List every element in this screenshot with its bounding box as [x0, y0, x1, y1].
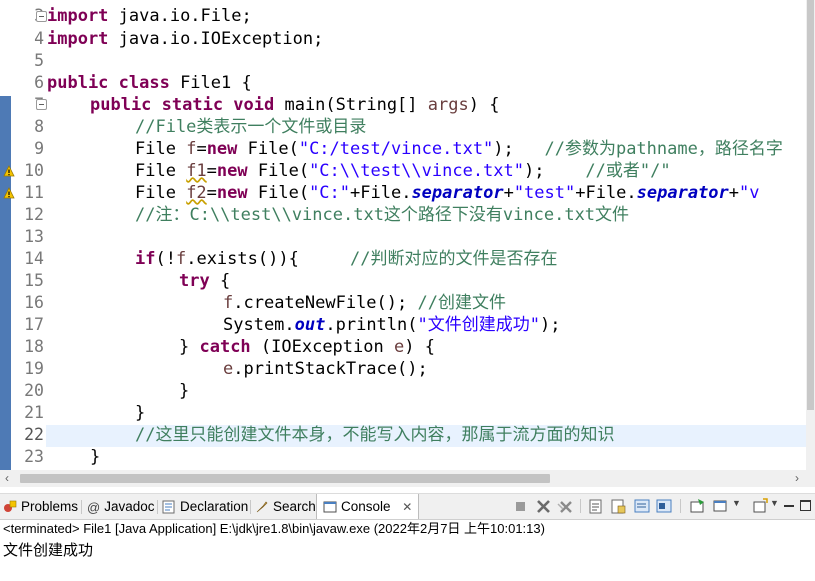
code-editor[interactable]: 3 4 5 6 7 8 9 10 11 12 13 14 15 16 17 18… — [0, 0, 815, 470]
problems-icon — [4, 501, 17, 513]
tab-separator — [81, 500, 82, 514]
clear-console-icon[interactable] — [588, 498, 605, 515]
code-line: //注：C:\\test\\vince.txt这个路径下没有vince.txt文… — [135, 205, 630, 225]
code-line: File f2=new File("C:"+File.separator+"te… — [135, 183, 760, 203]
toolbar-separator — [580, 499, 581, 513]
scroll-left-arrow-icon[interactable]: ‹ — [5, 471, 9, 485]
code-line: } — [135, 403, 146, 423]
code-line: //File类表示一个文件或目录 — [135, 117, 367, 137]
maximize-icon[interactable] — [800, 500, 811, 511]
tab-label: Javadoc — [104, 499, 155, 514]
code-line: import java.io.File; — [47, 6, 252, 26]
tab-separator — [250, 500, 251, 514]
line-number: 13 — [24, 227, 44, 246]
line-number: 10 — [24, 161, 44, 180]
chevron-down-icon[interactable]: ▼ — [770, 498, 779, 508]
code-line: //这里只能创建文件本身，不能写入内容，那属于流方面的知识 — [135, 425, 615, 445]
code-line: f.createNewFile(); //创建文件 — [223, 293, 506, 313]
tab-label: Problems — [21, 499, 79, 514]
show-console-on-output-icon[interactable] — [656, 498, 673, 515]
tab-separator — [157, 500, 158, 514]
code-line: e.printStackTrace(); — [223, 359, 428, 379]
minimize-icon[interactable] — [784, 505, 794, 507]
line-number: 20 — [24, 381, 44, 400]
code-line: public class File1 { — [47, 73, 252, 93]
tab-label: Declaration — [180, 499, 249, 514]
code-line: File f=new File("C:/test/vince.txt"); //… — [135, 139, 783, 159]
tab-search[interactable]: Search — [255, 494, 316, 519]
code-line: } — [90, 447, 101, 467]
code-line: File f1=new File("C:\\test\\vince.txt");… — [135, 161, 671, 181]
line-number: 16 — [24, 293, 44, 312]
line-number: 18 — [24, 337, 44, 356]
line-number: 5 — [34, 51, 44, 70]
line-number: 21 — [24, 403, 44, 422]
tab-javadoc[interactable]: @ Javadoc — [87, 494, 155, 519]
horizontal-scrollbar-thumb[interactable] — [20, 474, 550, 483]
line-number: 22 — [24, 425, 44, 444]
line-number: 8 — [34, 117, 44, 136]
toolbar-separator — [680, 499, 681, 513]
display-selected-console-icon[interactable] — [712, 498, 729, 515]
code-line: try { — [179, 271, 231, 291]
declaration-icon — [162, 500, 175, 514]
code-line: import java.io.IOException; — [47, 29, 324, 49]
open-console-icon[interactable] — [752, 498, 769, 515]
console-view-tabbar: Problems @ Javadoc Declaration Search Con… — [0, 493, 815, 520]
scroll-lock-icon[interactable] — [610, 498, 627, 515]
line-number: 4 — [34, 29, 44, 48]
remove-launch-icon[interactable] — [535, 498, 552, 515]
code-line: if(!f.exists()){ //判断对应的文件是否存在 — [135, 249, 558, 269]
vertical-scrollbar-thumb[interactable] — [807, 0, 814, 410]
tab-console[interactable]: Console ✕ — [316, 494, 420, 519]
word-wrap-icon[interactable] — [634, 498, 651, 515]
line-number-gutter: 3 4 5 6 7 8 9 10 11 12 13 14 15 16 17 18… — [3, 0, 47, 470]
line-number: 19 — [24, 359, 44, 378]
warning-icon[interactable] — [3, 165, 15, 177]
line-number: 17 — [24, 315, 44, 334]
code-line: } catch (IOException e) { — [179, 337, 435, 357]
console-process-status: <terminated> File1 [Java Application] E:… — [3, 521, 545, 536]
warning-icon[interactable] — [3, 187, 15, 199]
close-tab-icon[interactable]: ✕ — [402, 500, 412, 514]
line-number: 14 — [24, 249, 44, 268]
tab-declaration[interactable]: Declaration — [162, 494, 248, 519]
code-line: System.out.println("文件创建成功"); — [223, 315, 561, 335]
pin-console-icon[interactable] — [689, 498, 706, 515]
chevron-down-icon[interactable]: ▼ — [732, 498, 741, 508]
line-number: 6 — [34, 73, 44, 92]
remove-all-terminated-icon[interactable] — [557, 498, 574, 515]
quick-diff-ruler — [0, 96, 11, 470]
line-number: 23 — [24, 447, 44, 466]
console-icon — [323, 501, 337, 513]
scroll-right-arrow-icon[interactable]: › — [795, 471, 799, 485]
search-icon — [256, 501, 268, 513]
tab-problems[interactable]: Problems — [3, 494, 78, 519]
tab-label: Console — [341, 499, 391, 514]
line-number: 15 — [24, 271, 44, 290]
line-number: 9 — [34, 139, 44, 158]
code-line: } — [179, 381, 190, 401]
console-output[interactable]: 文件创建成功 — [0, 539, 815, 561]
line-number: 12 — [24, 205, 44, 224]
line-number: 11 — [24, 183, 44, 202]
code-line: public static void main(String[] args) { — [90, 95, 500, 115]
code-text-area[interactable]: import java.io.File; import java.io.IOEx… — [46, 0, 806, 470]
tab-label: Search — [273, 499, 316, 514]
terminate-icon[interactable] — [512, 498, 529, 515]
javadoc-icon: @ — [87, 499, 101, 515]
